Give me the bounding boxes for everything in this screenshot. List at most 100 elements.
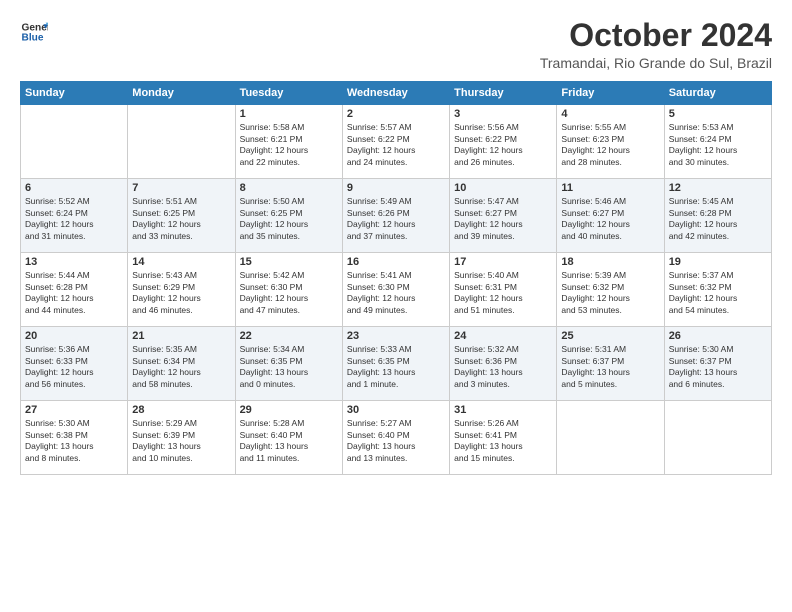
day-number: 27: [25, 404, 123, 416]
cell-info: Sunrise: 5:32 AM Sunset: 6:36 PM Dayligh…: [454, 344, 552, 390]
day-number: 22: [240, 330, 338, 342]
table-row: 23 Sunrise: 5:33 AM Sunset: 6:35 PM Dayli…: [342, 327, 449, 401]
cell-info: Sunrise: 5:30 AM Sunset: 6:37 PM Dayligh…: [669, 344, 767, 390]
cell-info: Sunrise: 5:36 AM Sunset: 6:33 PM Dayligh…: [25, 344, 123, 390]
day-number: 18: [561, 256, 659, 268]
table-row: 5 Sunrise: 5:53 AM Sunset: 6:24 PM Daylig…: [664, 105, 771, 179]
location: Tramandai, Rio Grande do Sul, Brazil: [540, 55, 772, 71]
logo-icon: General Blue: [20, 18, 48, 46]
day-number: 29: [240, 404, 338, 416]
day-number: 12: [669, 182, 767, 194]
cell-info: Sunrise: 5:57 AM Sunset: 6:22 PM Dayligh…: [347, 122, 445, 168]
table-row: 7Sunrise: 5:51 AM Sunset: 6:25 PM Daylig…: [128, 179, 235, 253]
cell-info: Sunrise: 5:41 AM Sunset: 6:30 PM Dayligh…: [347, 270, 445, 316]
cell-info: Sunrise: 5:31 AM Sunset: 6:37 PM Dayligh…: [561, 344, 659, 390]
table-row: 14Sunrise: 5:43 AM Sunset: 6:29 PM Dayli…: [128, 253, 235, 327]
cell-info: Sunrise: 5:50 AM Sunset: 6:25 PM Dayligh…: [240, 196, 338, 242]
table-row: 26 Sunrise: 5:30 AM Sunset: 6:37 PM Dayli…: [664, 327, 771, 401]
cell-info: Sunrise: 5:47 AM Sunset: 6:27 PM Dayligh…: [454, 196, 552, 242]
table-row: 27 Sunrise: 5:30 AM Sunset: 6:38 PM Dayli…: [21, 401, 128, 475]
cell-info: Sunrise: 5:55 AM Sunset: 6:23 PM Dayligh…: [561, 122, 659, 168]
cell-info: Sunrise: 5:42 AM Sunset: 6:30 PM Dayligh…: [240, 270, 338, 316]
day-number: 26: [669, 330, 767, 342]
day-number: 4: [561, 108, 659, 120]
cell-info: Sunrise: 5:45 AM Sunset: 6:28 PM Dayligh…: [669, 196, 767, 242]
header-row: Sunday Monday Tuesday Wednesday Thursday…: [21, 82, 772, 105]
day-number: 3: [454, 108, 552, 120]
table-row: 11 Sunrise: 5:46 AM Sunset: 6:27 PM Dayli…: [557, 179, 664, 253]
table-row: [128, 105, 235, 179]
day-number: 31: [454, 404, 552, 416]
table-row: 9 Sunrise: 5:49 AM Sunset: 6:26 PM Daylig…: [342, 179, 449, 253]
cell-info: Sunrise: 5:27 AM Sunset: 6:40 PM Dayligh…: [347, 418, 445, 464]
col-thursday: Thursday: [450, 82, 557, 105]
day-number: 8: [240, 182, 338, 194]
day-number: 15: [240, 256, 338, 268]
table-row: 2 Sunrise: 5:57 AM Sunset: 6:22 PM Daylig…: [342, 105, 449, 179]
cell-info: Sunrise: 5:37 AM Sunset: 6:32 PM Dayligh…: [669, 270, 767, 316]
cell-info: Sunrise: 5:30 AM Sunset: 6:38 PM Dayligh…: [25, 418, 123, 464]
table-row: 8 Sunrise: 5:50 AM Sunset: 6:25 PM Daylig…: [235, 179, 342, 253]
table-row: 15 Sunrise: 5:42 AM Sunset: 6:30 PM Dayli…: [235, 253, 342, 327]
day-number: 1: [240, 108, 338, 120]
table-row: 17 Sunrise: 5:40 AM Sunset: 6:31 PM Dayli…: [450, 253, 557, 327]
cell-info: Sunrise: 5:33 AM Sunset: 6:35 PM Dayligh…: [347, 344, 445, 390]
cell-info: Sunrise: 5:44 AM Sunset: 6:28 PM Dayligh…: [25, 270, 123, 316]
table-row: 16 Sunrise: 5:41 AM Sunset: 6:30 PM Dayli…: [342, 253, 449, 327]
col-saturday: Saturday: [664, 82, 771, 105]
table-row: [664, 401, 771, 475]
cell-info: Sunrise: 5:53 AM Sunset: 6:24 PM Dayligh…: [669, 122, 767, 168]
table-row: 28 Sunrise: 5:29 AM Sunset: 6:39 PM Dayli…: [128, 401, 235, 475]
calendar-table: Sunday Monday Tuesday Wednesday Thursday…: [20, 81, 772, 475]
cell-info: Sunrise: 5:39 AM Sunset: 6:32 PM Dayligh…: [561, 270, 659, 316]
table-row: 1 Sunrise: 5:58 AM Sunset: 6:21 PM Daylig…: [235, 105, 342, 179]
month-title: October 2024: [540, 18, 772, 53]
day-number: 23: [347, 330, 445, 342]
table-row: 6 Sunrise: 5:52 AM Sunset: 6:24 PM Daylig…: [21, 179, 128, 253]
cell-info: Sunrise: 5:46 AM Sunset: 6:27 PM Dayligh…: [561, 196, 659, 242]
cell-info: Sunrise: 5:52 AM Sunset: 6:24 PM Dayligh…: [25, 196, 123, 242]
title-block: October 2024 Tramandai, Rio Grande do Su…: [540, 18, 772, 71]
day-number: 13: [25, 256, 123, 268]
cell-info: Sunrise: 5:35 AM Sunset: 6:34 PM Dayligh…: [132, 344, 230, 390]
table-row: 3Sunrise: 5:56 AM Sunset: 6:22 PM Daylig…: [450, 105, 557, 179]
day-number: 28: [132, 404, 230, 416]
table-row: 10 Sunrise: 5:47 AM Sunset: 6:27 PM Dayli…: [450, 179, 557, 253]
table-row: 31Sunrise: 5:26 AM Sunset: 6:41 PM Dayli…: [450, 401, 557, 475]
table-row: 30 Sunrise: 5:27 AM Sunset: 6:40 PM Dayli…: [342, 401, 449, 475]
table-row: 13 Sunrise: 5:44 AM Sunset: 6:28 PM Dayli…: [21, 253, 128, 327]
day-number: 7: [132, 182, 230, 194]
table-row: 18 Sunrise: 5:39 AM Sunset: 6:32 PM Dayli…: [557, 253, 664, 327]
day-number: 25: [561, 330, 659, 342]
logo: General Blue: [20, 18, 50, 46]
table-row: [21, 105, 128, 179]
svg-text:Blue: Blue: [22, 33, 44, 44]
day-number: 16: [347, 256, 445, 268]
day-number: 17: [454, 256, 552, 268]
table-row: 20 Sunrise: 5:36 AM Sunset: 6:33 PM Dayli…: [21, 327, 128, 401]
day-number: 2: [347, 108, 445, 120]
cell-info: Sunrise: 5:49 AM Sunset: 6:26 PM Dayligh…: [347, 196, 445, 242]
table-row: 19 Sunrise: 5:37 AM Sunset: 6:32 PM Dayli…: [664, 253, 771, 327]
day-number: 24: [454, 330, 552, 342]
page: General Blue October 2024 Tramandai, Rio…: [0, 0, 792, 612]
col-tuesday: Tuesday: [235, 82, 342, 105]
cell-info: Sunrise: 5:58 AM Sunset: 6:21 PM Dayligh…: [240, 122, 338, 168]
col-monday: Monday: [128, 82, 235, 105]
day-number: 10: [454, 182, 552, 194]
table-row: 4 Sunrise: 5:55 AM Sunset: 6:23 PM Daylig…: [557, 105, 664, 179]
day-number: 19: [669, 256, 767, 268]
table-row: 29Sunrise: 5:28 AM Sunset: 6:40 PM Dayli…: [235, 401, 342, 475]
day-number: 30: [347, 404, 445, 416]
day-number: 20: [25, 330, 123, 342]
day-number: 11: [561, 182, 659, 194]
cell-info: Sunrise: 5:29 AM Sunset: 6:39 PM Dayligh…: [132, 418, 230, 464]
table-row: 12 Sunrise: 5:45 AM Sunset: 6:28 PM Dayli…: [664, 179, 771, 253]
table-row: 22Sunrise: 5:34 AM Sunset: 6:35 PM Dayli…: [235, 327, 342, 401]
col-wednesday: Wednesday: [342, 82, 449, 105]
day-number: 14: [132, 256, 230, 268]
day-number: 6: [25, 182, 123, 194]
day-number: 5: [669, 108, 767, 120]
day-number: 9: [347, 182, 445, 194]
cell-info: Sunrise: 5:40 AM Sunset: 6:31 PM Dayligh…: [454, 270, 552, 316]
